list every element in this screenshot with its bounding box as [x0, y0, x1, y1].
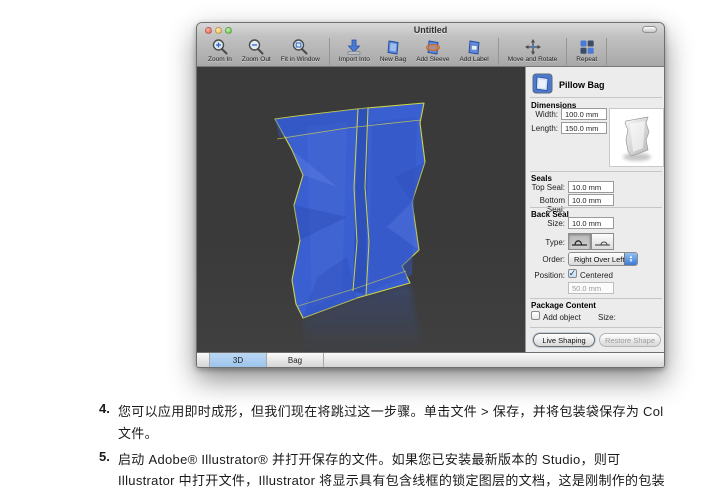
toolbar-button-add-label[interactable]: Add Label	[454, 37, 493, 66]
tab-3d[interactable]: 3D	[209, 353, 267, 367]
content-size-label: Size:	[598, 313, 616, 322]
magnifier-plus-icon	[211, 37, 229, 56]
seals-section-title: Seals	[531, 174, 552, 183]
panel-title: Pillow Bag	[559, 80, 605, 90]
add-object-checkbox[interactable]	[531, 311, 540, 320]
toolbar-divider	[329, 38, 330, 65]
window-chrome[interactable]: Untitled Zoom In Zoom Out Fit in Window	[197, 23, 664, 67]
toolbar-divider	[498, 38, 499, 65]
seal-type-fin-left-button[interactable]	[568, 233, 591, 250]
bag-preview-image	[613, 112, 661, 164]
back-seal-section-title: Back Seal	[531, 210, 569, 219]
document-tabbar: 3D Bag	[197, 352, 664, 367]
seal-order-label: Order:	[526, 255, 565, 264]
toolbar-button-zoom-in[interactable]: Zoom In	[203, 37, 237, 66]
seal-type-label: Type:	[526, 238, 565, 247]
magnifier-minus-icon	[247, 37, 265, 56]
restore-shape-button: Restore Shape	[599, 333, 661, 347]
back-seal-size-label: Size:	[526, 219, 565, 228]
toolbar-button-new-bag[interactable]: New Bag	[375, 37, 411, 66]
top-seal-input[interactable]	[568, 181, 614, 193]
add-object-label: Add object	[543, 313, 581, 322]
step-4-line-2: 文件。	[118, 423, 158, 442]
seal-offset-input	[568, 282, 614, 294]
grid-icon	[578, 37, 596, 56]
bag-sleeve-icon	[424, 37, 442, 56]
toolbar-divider	[606, 38, 607, 65]
checkmark-icon: ✓	[569, 269, 577, 278]
back-seal-size-input[interactable]	[568, 217, 614, 229]
step-5-line-1: 启动 Adobe® Illustrator® 并打开保存的文件。如果您已安装最新…	[118, 449, 620, 468]
fin-seal-right-icon	[593, 236, 612, 248]
panel-divider	[530, 298, 662, 299]
seal-type-fin-right-button[interactable]	[591, 233, 614, 250]
step-5-line-2: Illustrator 中打开文件，Illustrator 将显示具有包含线框的…	[118, 470, 665, 489]
step-5-number: 5.	[99, 449, 110, 464]
toolbar-label: Fit in Window	[281, 56, 320, 63]
magnifier-fit-icon	[291, 37, 309, 56]
step-4-line-1: 您可以应用即时成形，但我们现在将跳过这一步骤。单击文件 > 保存，并将包装袋保存…	[118, 401, 663, 420]
dropdown-stepper-icon: ▲▼	[624, 253, 637, 265]
panel-divider	[530, 327, 662, 328]
toolbar-button-import-into[interactable]: Import Into	[334, 37, 375, 66]
centered-checkbox[interactable]: ✓	[568, 269, 577, 278]
toolbar-label: Zoom Out	[242, 56, 271, 63]
toolbar-button-add-sleeve[interactable]: Add Sleeve	[411, 37, 454, 66]
toolbar-label: Add Label	[459, 56, 488, 63]
bag-preview-thumbnail	[609, 108, 664, 167]
move-arrows-icon	[524, 37, 542, 56]
toolbar-label: Import Into	[339, 56, 370, 63]
live-shaping-button[interactable]: Live Shaping	[533, 333, 595, 347]
bag-label-icon	[465, 37, 483, 56]
bag-icon	[384, 37, 402, 56]
seal-order-dropdown[interactable]: Right Over Left ▲▼	[568, 252, 638, 266]
panel-divider	[530, 97, 662, 98]
package-content-section-title: Package Content	[531, 301, 596, 310]
pillow-bag-icon	[532, 73, 553, 96]
toolbar-button-repeat[interactable]: Repeat	[571, 37, 602, 66]
toolbar-label: Zoom In	[208, 56, 232, 63]
seal-order-value: Right Over Left	[574, 255, 624, 264]
tab-bag[interactable]: Bag	[267, 353, 324, 367]
toolbar-button-move-and-rotate[interactable]: Move and Rotate	[503, 37, 563, 66]
step-4-number: 4.	[99, 401, 110, 416]
width-label: Width:	[526, 110, 558, 119]
seal-position-label: Position:	[526, 271, 565, 280]
toolbar-label: New Bag	[380, 56, 406, 63]
studio-toolkit-window: Untitled Zoom In Zoom Out Fit in Window	[196, 22, 665, 368]
fin-seal-left-icon	[570, 236, 589, 248]
3d-viewport[interactable]	[197, 67, 525, 354]
width-input[interactable]	[561, 108, 607, 120]
toolbar-label: Add Sleeve	[416, 56, 449, 63]
top-seal-label: Top Seal:	[526, 183, 565, 192]
bottom-seal-input[interactable]	[568, 194, 614, 206]
pillow-bag-3d-model	[197, 67, 525, 354]
panel-divider	[530, 171, 662, 172]
length-input[interactable]	[561, 122, 607, 134]
panel-divider	[530, 207, 662, 208]
toolbar-label: Repeat	[576, 56, 597, 63]
toolbar-label: Move and Rotate	[508, 56, 558, 63]
toolbar-divider	[566, 38, 567, 65]
centered-label: Centered	[580, 271, 613, 280]
length-label: Length:	[526, 124, 558, 133]
toolbar-toggle-pill[interactable]	[642, 26, 657, 33]
toolbar-button-fit-in-window[interactable]: Fit in Window	[276, 37, 325, 66]
import-arrow-icon	[345, 37, 363, 56]
window-title: Untitled	[197, 25, 664, 35]
toolbar-button-zoom-out[interactable]: Zoom Out	[237, 37, 276, 66]
toolbar: Zoom In Zoom Out Fit in Window Import	[197, 36, 664, 67]
pillow-bag-settings-panel: Pillow Bag Dimensions Width: Length: Sea…	[525, 67, 665, 354]
manual-page: { "window": { "title": "Untitled", "tool…	[0, 0, 719, 479]
